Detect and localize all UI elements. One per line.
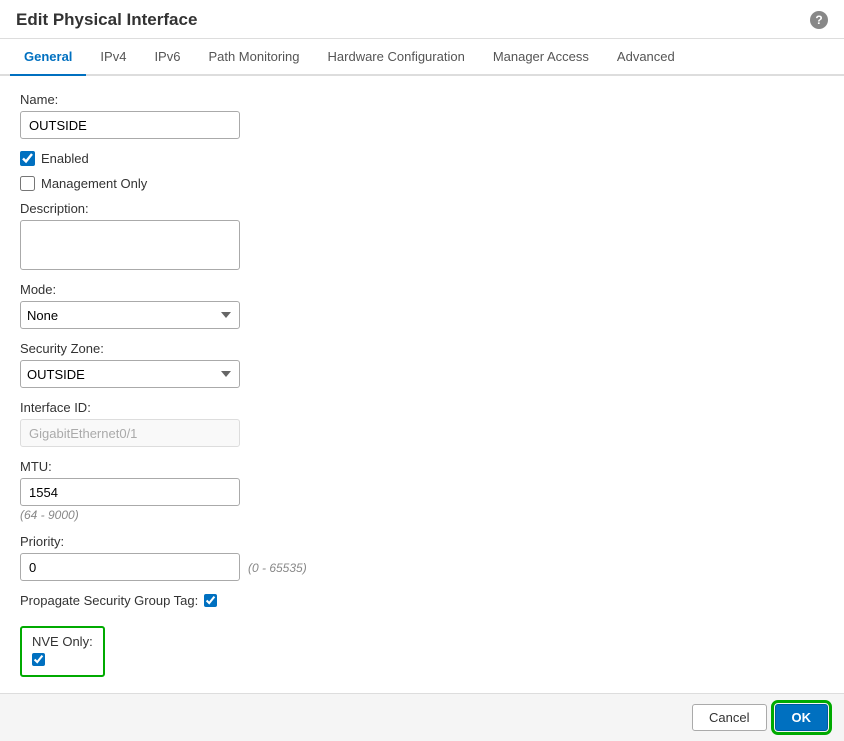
- mode-group: Mode: None Passive Inline Tap: [20, 282, 824, 329]
- security-zone-label: Security Zone:: [20, 341, 824, 356]
- mtu-group: MTU: (64 - 9000): [20, 459, 824, 522]
- tab-general[interactable]: General: [10, 39, 86, 76]
- propagate-row: Propagate Security Group Tag:: [20, 593, 824, 608]
- name-label: Name:: [20, 92, 824, 107]
- mtu-input[interactable]: [20, 478, 240, 506]
- description-input[interactable]: [20, 220, 240, 270]
- priority-label: Priority:: [20, 534, 824, 549]
- form-content: Name: Enabled Management Only Descriptio…: [0, 76, 844, 693]
- tabs-bar: General IPv4 IPv6 Path Monitoring Hardwa…: [0, 39, 844, 76]
- description-label: Description:: [20, 201, 824, 216]
- interface-id-label: Interface ID:: [20, 400, 824, 415]
- management-only-label: Management Only: [41, 176, 147, 191]
- management-only-row: Management Only: [20, 176, 824, 191]
- enabled-label: Enabled: [41, 151, 89, 166]
- enabled-row: Enabled: [20, 151, 824, 166]
- dialog-header: Edit Physical Interface ?: [0, 0, 844, 39]
- priority-hint: (0 - 65535): [248, 561, 307, 575]
- mtu-hint: (64 - 9000): [20, 508, 824, 522]
- name-group: Name:: [20, 92, 824, 139]
- tab-manager-access[interactable]: Manager Access: [479, 39, 603, 76]
- management-only-checkbox[interactable]: [20, 176, 35, 191]
- priority-input[interactable]: [20, 553, 240, 581]
- tab-ipv6[interactable]: IPv6: [140, 39, 194, 76]
- mode-label: Mode:: [20, 282, 824, 297]
- ok-button[interactable]: OK: [775, 704, 829, 731]
- mtu-label: MTU:: [20, 459, 824, 474]
- nve-only-checkbox[interactable]: [32, 653, 45, 666]
- description-group: Description:: [20, 201, 824, 270]
- nve-only-label: NVE Only:: [32, 634, 93, 649]
- tab-ipv4[interactable]: IPv4: [86, 39, 140, 76]
- name-input[interactable]: [20, 111, 240, 139]
- interface-id-value: GigabitEthernet0/1: [20, 419, 240, 447]
- propagate-label: Propagate Security Group Tag:: [20, 593, 198, 608]
- propagate-checkbox[interactable]: [204, 594, 217, 607]
- edit-physical-interface-dialog: Edit Physical Interface ? General IPv4 I…: [0, 0, 844, 741]
- dialog-footer: Cancel OK: [0, 693, 844, 741]
- enabled-checkbox[interactable]: [20, 151, 35, 166]
- dialog-title: Edit Physical Interface: [16, 10, 197, 30]
- priority-group: Priority: (0 - 65535): [20, 534, 824, 581]
- security-zone-select[interactable]: OUTSIDE INSIDE DMZ: [20, 360, 240, 388]
- tab-hardware-configuration[interactable]: Hardware Configuration: [314, 39, 479, 76]
- nve-only-section: NVE Only:: [20, 626, 105, 677]
- security-zone-group: Security Zone: OUTSIDE INSIDE DMZ: [20, 341, 824, 388]
- help-icon[interactable]: ?: [810, 11, 828, 29]
- tab-advanced[interactable]: Advanced: [603, 39, 689, 76]
- tab-path-monitoring[interactable]: Path Monitoring: [194, 39, 313, 76]
- mode-select[interactable]: None Passive Inline Tap: [20, 301, 240, 329]
- cancel-button[interactable]: Cancel: [692, 704, 766, 731]
- interface-id-group: Interface ID: GigabitEthernet0/1: [20, 400, 824, 447]
